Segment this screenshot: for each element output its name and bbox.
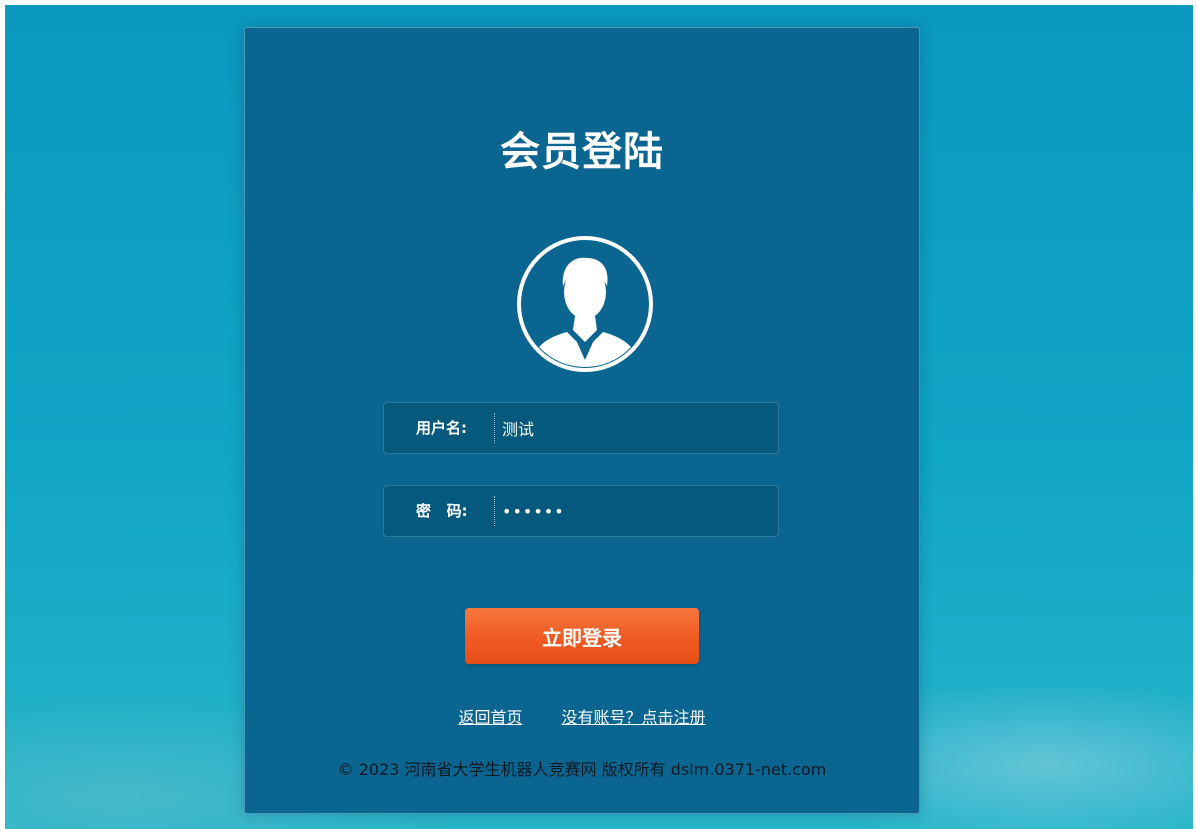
field-separator (494, 413, 495, 443)
user-avatar-icon (517, 236, 653, 372)
field-separator (494, 496, 495, 526)
back-home-link[interactable]: 返回首页 (458, 708, 522, 727)
username-label: 用户名: (416, 419, 467, 437)
page: 会员登陆 用户名: 测试 密 码: •••••• 立即登录 返回首页 没有账号？… (0, 0, 1198, 829)
password-input[interactable] (502, 496, 762, 526)
page-title: 会员登陆 (500, 129, 664, 175)
copyright-text: © 2023 河南省大学生机器人竞赛网 版权所有 dslm.0371-net.c… (337, 760, 827, 779)
password-field: 密 码: (383, 485, 779, 537)
login-card: 会员登陆 用户名: 测试 密 码: •••••• 立即登录 返回首页 没有账号？… (244, 27, 920, 814)
username-field: 用户名: (383, 402, 779, 454)
login-button[interactable]: 立即登录 (465, 608, 699, 664)
username-input[interactable] (502, 413, 762, 443)
password-label: 密 码: (416, 502, 468, 520)
register-link[interactable]: 没有账号？点击注册 (562, 708, 706, 727)
footer-links: 返回首页 没有账号？点击注册 (245, 706, 919, 730)
